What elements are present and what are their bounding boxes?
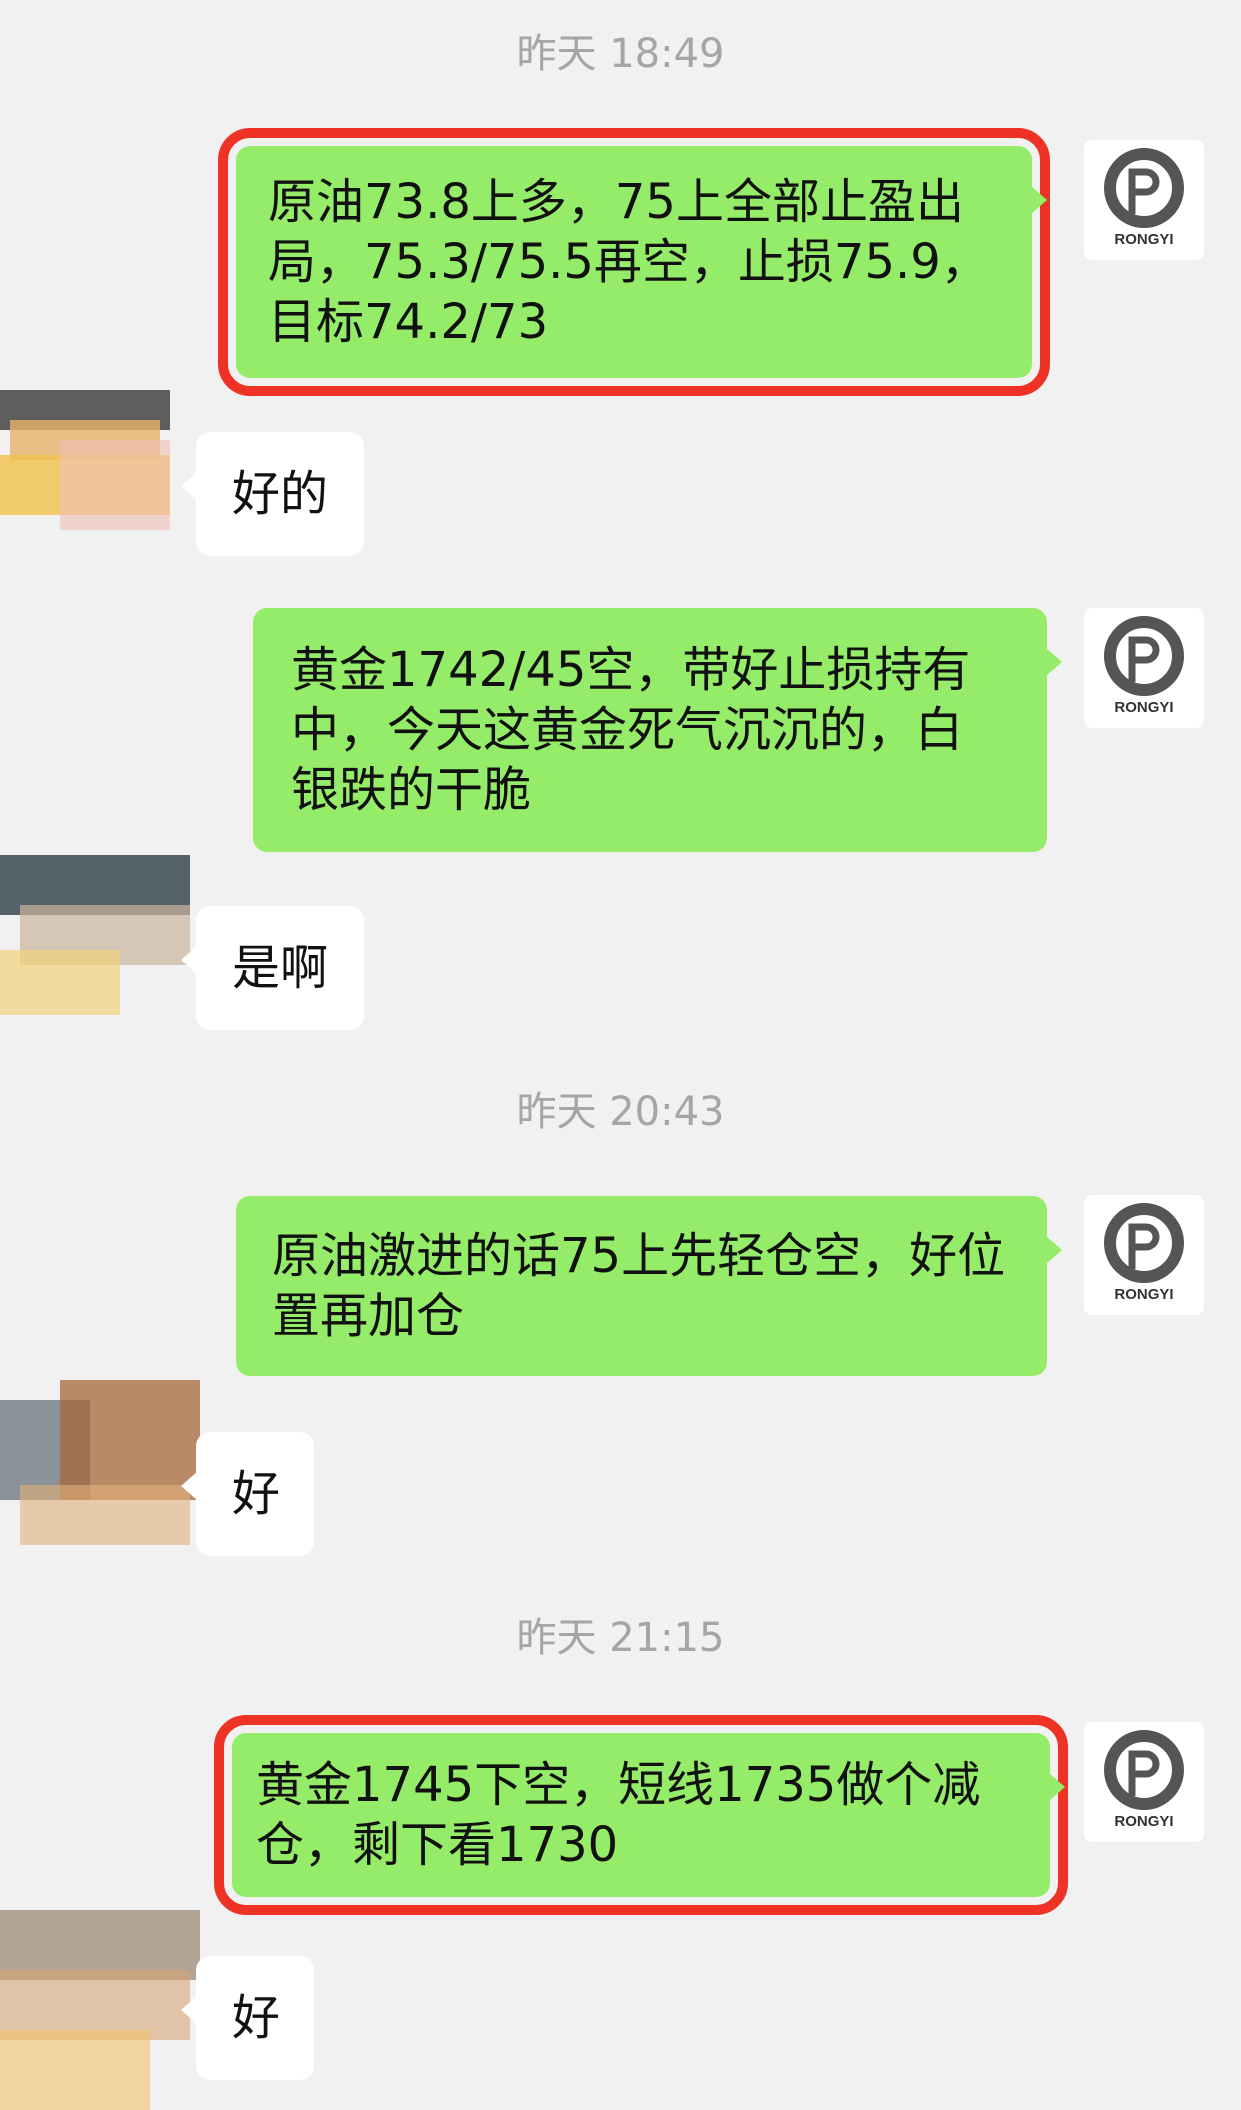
watercolor-avatar-icon (0, 1380, 200, 1545)
self-avatar[interactable]: RONGYI (1084, 140, 1204, 260)
brand-text: RONGYI (1114, 1286, 1173, 1303)
message-text: 原油激进的话75上先轻仓空，好位置再加仓 (272, 1228, 1006, 1344)
message-bubble[interactable]: 好 (181, 1432, 314, 1556)
message-text: 原油73.8上多，75上全部止盈出局，75.3/75.5再空，止损75.9，目标… (268, 174, 989, 350)
watercolor-avatar-icon (0, 1910, 200, 2110)
message-text: 好的 (232, 466, 329, 522)
message-text: 黄金1745下空，短线1735做个减仓，剩下看1730 (256, 1757, 981, 1873)
other-avatar[interactable] (0, 1890, 200, 2110)
brand-text: RONGYI (1114, 1813, 1173, 1830)
rongyi-logo-icon: RONGYI (1104, 616, 1184, 716)
watercolor-avatar-icon (0, 390, 170, 530)
self-avatar[interactable]: RONGYI (1084, 1722, 1204, 1842)
rongyi-logo-icon: RONGYI (1104, 148, 1184, 248)
watercolor-avatar-icon (0, 855, 190, 1015)
rongyi-logo-icon: RONGYI (1104, 1730, 1184, 1830)
rongyi-logo-icon: RONGYI (1104, 1203, 1184, 1303)
message-bubble[interactable]: 好 (181, 1956, 314, 2080)
message-bubble[interactable]: 好的 (181, 432, 364, 556)
message-text: 好 (232, 1466, 281, 1522)
timestamp: 昨天 21:15 (516, 1615, 725, 1661)
message-text: 黄金1742/45空，带好止损持有中，今天这黄金死气沉沉的，白银跌的干脆 (291, 642, 971, 818)
self-avatar[interactable]: RONGYI (1084, 1195, 1204, 1315)
other-avatar[interactable] (0, 1370, 200, 1550)
message-bubble[interactable]: 黄金1742/45空，带好止损持有中，今天这黄金死气沉沉的，白银跌的干脆 (253, 608, 1062, 852)
self-avatar[interactable]: RONGYI (1084, 608, 1204, 728)
message-text: 好 (232, 1990, 281, 2046)
message-bubble[interactable]: 黄金1745下空，短线1735做个减仓，剩下看1730 (214, 1715, 1068, 1915)
other-avatar[interactable] (0, 845, 200, 1025)
brand-text: RONGYI (1114, 699, 1173, 716)
message-bubble[interactable]: 原油73.8上多，75上全部止盈出局，75.3/75.5再空，止损75.9，目标… (218, 128, 1050, 396)
timestamp: 昨天 20:43 (516, 1089, 725, 1135)
message-bubble[interactable]: 原油激进的话75上先轻仓空，好位置再加仓 (236, 1196, 1062, 1376)
brand-text: RONGYI (1114, 231, 1173, 248)
message-text: 是啊 (232, 940, 329, 996)
message-bubble[interactable]: 是啊 (181, 906, 364, 1030)
other-avatar[interactable] (0, 370, 200, 550)
timestamp: 昨天 18:49 (516, 31, 725, 77)
